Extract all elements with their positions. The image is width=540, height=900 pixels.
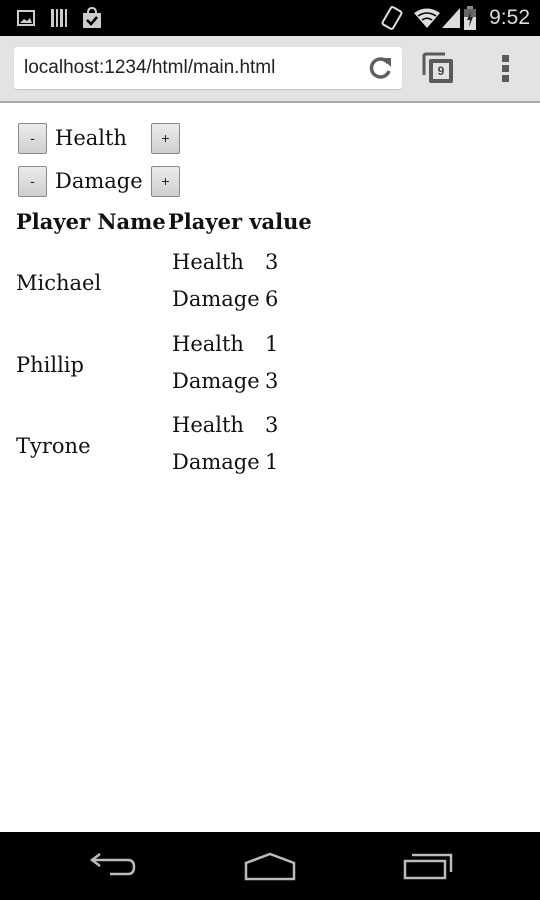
stat-label: Health bbox=[172, 250, 244, 274]
table-row: Tyrone Health 3 Damage 1 bbox=[0, 413, 540, 496]
navigation-bar bbox=[0, 832, 540, 900]
stat-label: Damage bbox=[172, 369, 260, 393]
stat-label: Health bbox=[172, 332, 244, 356]
overflow-menu-icon bbox=[502, 55, 509, 82]
home-icon bbox=[244, 852, 296, 881]
url-text[interactable]: localhost:1234/html/main.html bbox=[24, 47, 275, 89]
battery-charging-icon bbox=[463, 0, 477, 36]
health-control: - Health + bbox=[18, 122, 180, 154]
back-button[interactable] bbox=[82, 844, 142, 888]
damage-label: Damage bbox=[55, 169, 143, 193]
status-bar: 9:52 bbox=[0, 0, 540, 36]
header-player-name: Player Name bbox=[16, 209, 166, 234]
stat-value: 3 bbox=[265, 413, 279, 437]
health-decrease-button[interactable]: - bbox=[18, 122, 47, 154]
barcode-icon bbox=[49, 0, 69, 36]
stat-value: 1 bbox=[265, 332, 279, 356]
stat-label: Health bbox=[172, 413, 244, 437]
rotate-icon bbox=[380, 0, 404, 36]
stat-health: Health 1 bbox=[172, 332, 278, 356]
home-button[interactable] bbox=[240, 844, 300, 888]
stat-label: Damage bbox=[172, 287, 260, 311]
stat-health: Health 3 bbox=[172, 413, 278, 437]
stat-label: Damage bbox=[172, 450, 260, 474]
page-content: - Health + - Damage + Player Name Player… bbox=[0, 105, 540, 832]
stat-damage: Damage 1 bbox=[172, 450, 278, 474]
player-name: Tyrone bbox=[16, 434, 91, 458]
table-header: Player Name Player value bbox=[16, 209, 312, 234]
table-row: Michael Health 3 Damage 6 bbox=[0, 250, 540, 333]
header-player-value: Player value bbox=[168, 209, 312, 234]
damage-increase-button[interactable]: + bbox=[151, 165, 180, 197]
gallery-icon bbox=[16, 0, 36, 36]
stat-damage: Damage 3 bbox=[172, 369, 278, 393]
stat-value: 3 bbox=[265, 369, 279, 393]
stat-value: 1 bbox=[265, 450, 279, 474]
browser-toolbar: localhost:1234/html/main.html 9 bbox=[0, 36, 540, 103]
reload-icon[interactable] bbox=[368, 55, 394, 81]
tabs-button[interactable]: 9 bbox=[421, 51, 457, 87]
table-row: Phillip Health 1 Damage 3 bbox=[0, 332, 540, 415]
damage-decrease-button[interactable]: - bbox=[18, 165, 47, 197]
stat-value: 6 bbox=[265, 287, 279, 311]
status-time: 9:52 bbox=[489, 6, 530, 29]
stat-value: 3 bbox=[265, 250, 279, 274]
damage-control: - Damage + bbox=[18, 165, 180, 197]
shopping-bag-check-icon bbox=[80, 0, 104, 36]
tab-count: 9 bbox=[437, 64, 445, 78]
stat-health: Health 3 bbox=[172, 250, 278, 274]
address-bar[interactable]: localhost:1234/html/main.html bbox=[14, 47, 402, 89]
recent-apps-button[interactable] bbox=[398, 844, 458, 888]
signal-icon bbox=[440, 0, 462, 36]
overflow-menu-button[interactable] bbox=[497, 51, 515, 87]
player-name: Michael bbox=[16, 271, 102, 295]
stat-damage: Damage 6 bbox=[172, 287, 278, 311]
player-name: Phillip bbox=[16, 353, 84, 377]
back-icon bbox=[89, 853, 136, 876]
health-label: Health bbox=[55, 126, 127, 150]
recent-apps-icon bbox=[403, 853, 453, 880]
health-increase-button[interactable]: + bbox=[151, 122, 180, 154]
wifi-icon bbox=[412, 0, 442, 36]
